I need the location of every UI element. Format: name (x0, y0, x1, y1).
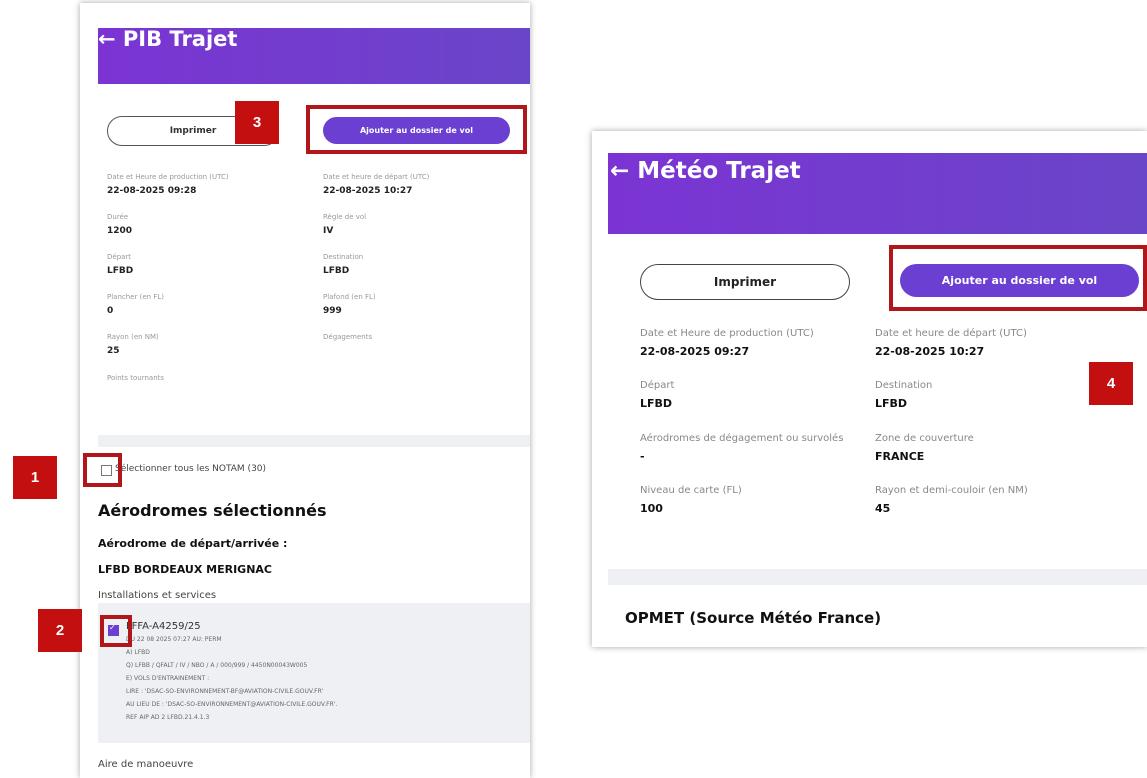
field-label: Points tournants (107, 374, 165, 382)
selected-aerodromes-heading: Aérodromes sélectionnés (98, 501, 327, 520)
category-label: Installations et services (98, 590, 217, 601)
field-value: 100 (640, 502, 663, 515)
field-label: Règle de vol (323, 213, 367, 221)
highlight-box-4 (889, 245, 1147, 311)
field-value: 25 (107, 346, 120, 356)
field-label: Départ (640, 380, 675, 391)
field-value: 0 (107, 306, 114, 316)
highlight-box-1 (83, 453, 122, 487)
next-category-label: Aire de manoeuvre (98, 759, 194, 770)
field-value: - (640, 450, 645, 463)
pib-back-title[interactable]: ← PIB Trajet (98, 27, 237, 51)
notam-line: REF AIP AD 2 LFBD.21.4.1.3 (126, 714, 210, 721)
annotation-badge-4: 4 (1089, 362, 1133, 405)
field-label: Date et heure de départ (UTC) (875, 328, 1027, 339)
notam-line: LIRE : 'DSAC-SO-ENVIRONNEMENT-BF@AVIATIO… (126, 688, 324, 695)
notam-card: LFFA-A4259/25 DU 22 08 2025 07:27 AU: PE… (98, 603, 530, 743)
field-label: Destination (323, 253, 364, 261)
field-value: FRANCE (875, 450, 925, 463)
notam-line: E) VOLS D'ENTRAINEMENT : (126, 675, 210, 682)
field-label: Niveau de carte (FL) (640, 485, 742, 496)
field-value: 22-08-2025 09:27 (640, 345, 750, 358)
annotation-badge-2: 2 (38, 609, 82, 652)
field-label: Plafond (en FL) (323, 293, 376, 301)
meteo-back-title[interactable]: ← Météo Trajet (610, 158, 801, 184)
field-value: LFBD (640, 397, 673, 410)
field-label: Date et Heure de production (UTC) (107, 173, 229, 181)
field-label: Départ (107, 253, 132, 261)
field-value: 999 (323, 306, 342, 316)
field-value: LFBD (323, 266, 350, 276)
field-value: LFBD (875, 397, 908, 410)
notam-line: AU LIEU DE : 'DSAC-SO-ENVIRONNEMENT@AVIA… (126, 701, 338, 708)
field-value: 22-08-2025 10:27 (323, 186, 413, 196)
field-label: Zone de couverture (875, 433, 974, 444)
field-label: Rayon (en NM) (107, 333, 159, 341)
notam-line: DU 22 08 2025 07:27 AU: PERM (126, 636, 222, 643)
dep-arr-heading: Aérodrome de départ/arrivée : (98, 537, 288, 550)
highlight-box-2 (100, 615, 132, 647)
field-label: Destination (875, 380, 933, 391)
notam-line: A) LFBD (126, 649, 150, 656)
field-value: 22-08-2025 10:27 (875, 345, 985, 358)
field-label: Date et heure de départ (UTC) (323, 173, 430, 181)
annotation-badge-3: 3 (235, 101, 279, 144)
field-label: Dégagements (323, 333, 373, 341)
notam-line: Q) LFBB / QFALT / IV / NBO / A / 000/999… (126, 662, 308, 669)
field-value: 22-08-2025 09:28 (107, 186, 197, 196)
section-divider (98, 435, 530, 447)
aerodrome-name: LFBD BORDEAUX MERIGNAC (98, 563, 272, 576)
meteo-trajet-panel: ← Météo Trajet Imprimer Ajouter au dossi… (592, 131, 1147, 647)
annotation-badge-1: 1 (13, 456, 57, 499)
field-label: Durée (107, 213, 129, 221)
field-value: 45 (875, 502, 891, 515)
notam-id: LFFA-A4259/25 (126, 621, 201, 632)
field-label: Date et Heure de production (UTC) (640, 328, 814, 339)
field-value: LFBD (107, 266, 134, 276)
select-all-notam-label: Sélectionner tous les NOTAM (30) (115, 464, 267, 474)
opmet-heading: OPMET (Source Météo France) (625, 609, 882, 627)
field-label: Plancher (en FL) (107, 293, 164, 301)
section-divider (608, 569, 1147, 585)
field-value: IV (323, 226, 334, 236)
field-label: Rayon et demi-couloir (en NM) (875, 485, 1028, 496)
meteo-print-button[interactable]: Imprimer (640, 264, 850, 300)
field-value: 1200 (107, 226, 133, 236)
field-label: Aérodromes de dégagement ou survolés (640, 433, 844, 444)
highlight-box-3 (306, 105, 527, 154)
